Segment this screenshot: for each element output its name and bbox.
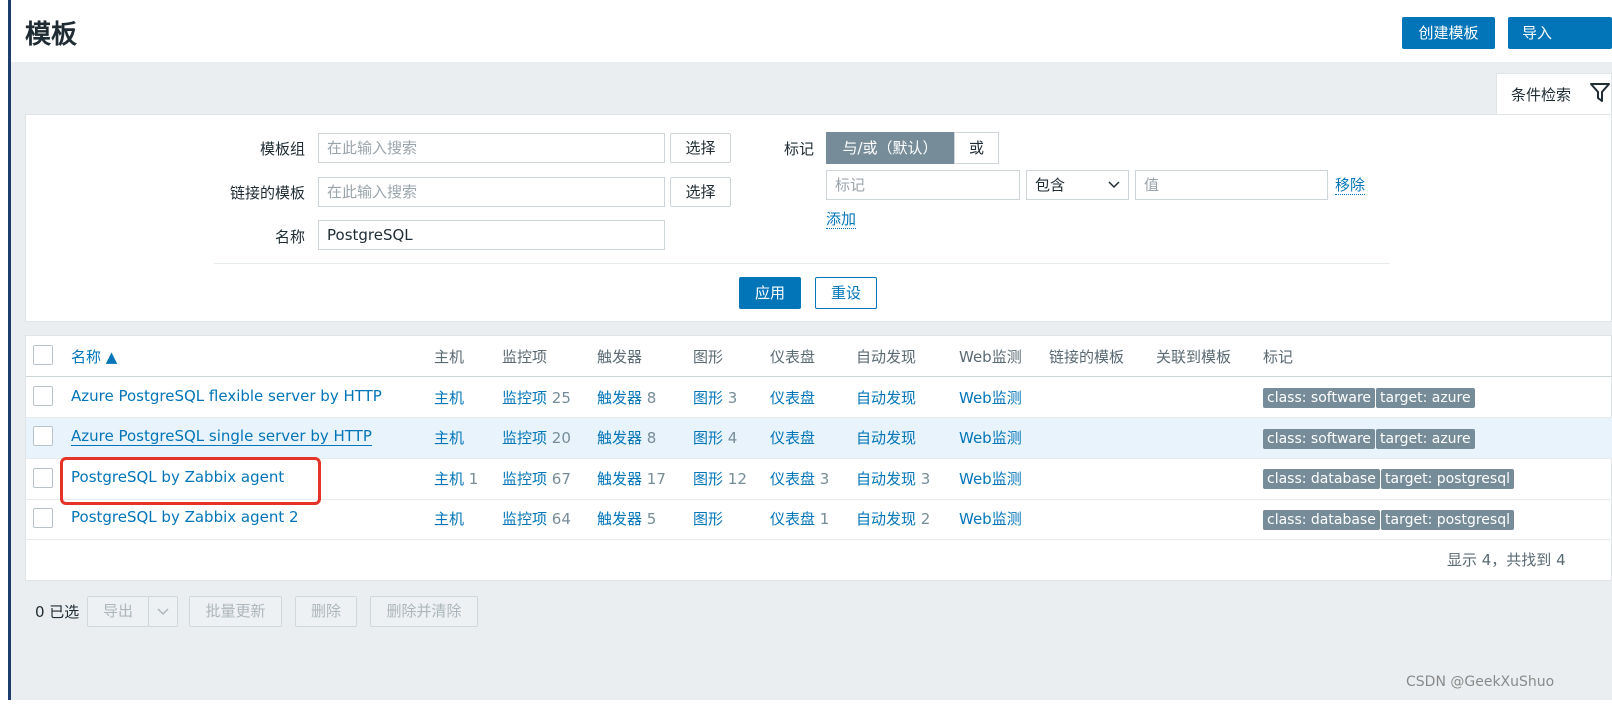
delete-button[interactable]: 删除: [295, 596, 357, 627]
column-header-items: 监控项: [502, 348, 548, 366]
discovery-link[interactable]: 自动发现: [856, 387, 916, 408]
column-header-name[interactable]: 名称 ▲: [71, 346, 117, 367]
triggers-link[interactable]: 触发器 17: [597, 468, 666, 489]
column-header-linked-to-templates: 关联到模板: [1156, 348, 1232, 366]
hosts-link[interactable]: 主机 1: [434, 468, 478, 489]
tag-value-input[interactable]: 值: [1135, 170, 1328, 200]
chevron-down-icon: [157, 608, 169, 616]
tag-badge[interactable]: target: postgresql: [1381, 510, 1514, 530]
header: 模板 ? 创建模板 导入: [11, 0, 1612, 62]
row-checkbox[interactable]: [33, 508, 53, 528]
items-link[interactable]: 监控项 64: [502, 508, 571, 529]
discovery-link[interactable]: 自动发现 2: [856, 508, 930, 529]
web-link[interactable]: Web监测: [959, 427, 1022, 448]
row-checkbox[interactable]: [33, 386, 53, 406]
column-header-discovery: 自动发现: [856, 348, 917, 366]
template-group-input[interactable]: 在此输入搜索: [318, 133, 665, 163]
page: 模板 ? 创建模板 导入 条件检索 模板组 在此输入搜索 选择 链接的模板 在此…: [0, 0, 1612, 718]
tag-badge[interactable]: class: database: [1263, 510, 1380, 530]
remove-tag-link[interactable]: 移除: [1335, 176, 1366, 195]
tag-mode-or-button[interactable]: 或: [954, 132, 999, 164]
triggers-link[interactable]: 触发器 5: [597, 508, 656, 529]
hosts-link[interactable]: 主机: [434, 508, 464, 529]
add-tag-link[interactable]: 添加: [826, 210, 857, 229]
tag-badge[interactable]: class: database: [1263, 469, 1380, 489]
web-link[interactable]: Web监测: [959, 387, 1022, 408]
web-link[interactable]: Web监测: [959, 508, 1022, 529]
graphs-link[interactable]: 图形 3: [693, 387, 737, 408]
row-checkbox[interactable]: [33, 468, 53, 488]
hosts-link[interactable]: 主机: [434, 427, 464, 448]
mass-update-button[interactable]: 批量更新: [189, 596, 282, 627]
create-template-button[interactable]: 创建模板: [1402, 17, 1495, 49]
row-checkbox[interactable]: [33, 426, 53, 446]
name-input[interactable]: PostgreSQL: [318, 220, 665, 250]
export-dropdown-button[interactable]: [148, 596, 178, 627]
template-name-link[interactable]: Azure PostgreSQL single server by HTTP: [71, 427, 372, 446]
items-link[interactable]: 监控项 67: [502, 468, 571, 489]
web-link[interactable]: Web监测: [959, 468, 1022, 489]
filter-separator: [214, 263, 1390, 264]
selected-count: 0 已选: [35, 603, 80, 621]
graphs-link[interactable]: 图形: [693, 508, 723, 529]
graphs-link[interactable]: 图形 12: [693, 468, 747, 489]
tab-filter[interactable]: 条件检索: [1496, 73, 1612, 115]
tag-name-input[interactable]: 标记: [826, 170, 1020, 200]
triggers-link[interactable]: 触发器 8: [597, 387, 656, 408]
column-header-hosts: 主机: [434, 348, 465, 366]
column-header-tags: 标记: [1263, 348, 1294, 366]
template-name-link[interactable]: PostgreSQL by Zabbix agent 2: [71, 508, 299, 526]
template-group-label: 模板组: [259, 140, 305, 158]
page-title: 模板: [25, 20, 78, 50]
results-count: 显示 4，共找到 4: [1447, 551, 1566, 569]
dashboards-link[interactable]: 仪表盘 3: [770, 468, 829, 489]
items-link[interactable]: 监控项 20: [502, 427, 571, 448]
tag-badge[interactable]: class: software: [1263, 429, 1376, 449]
chevron-down-icon: [1108, 181, 1120, 189]
reset-button[interactable]: 重设: [815, 277, 877, 309]
highlight-annotation: [60, 457, 321, 505]
column-header-triggers: 触发器: [597, 348, 643, 366]
delete-and-clear-button[interactable]: 删除并清除: [370, 596, 478, 627]
tag-badge[interactable]: target: azure: [1376, 388, 1475, 408]
hosts-link[interactable]: 主机: [434, 387, 464, 408]
name-label: 名称: [274, 228, 305, 246]
tag-operator-value: 包含: [1035, 176, 1066, 194]
export-button[interactable]: 导出: [87, 596, 149, 627]
column-header-web: Web监测: [959, 348, 1022, 366]
tag-mode-and-or-button[interactable]: 与/或（默认）: [826, 132, 954, 164]
template-name-link[interactable]: Azure PostgreSQL flexible server by HTTP: [71, 387, 382, 405]
dashboards-link[interactable]: 仪表盘: [770, 427, 815, 448]
linked-templates-label: 链接的模板: [229, 184, 305, 202]
filter-icon: [1590, 83, 1610, 102]
discovery-link[interactable]: 自动发现: [856, 427, 916, 448]
import-button[interactable]: 导入: [1508, 17, 1612, 49]
tag-badge[interactable]: class: software: [1263, 388, 1376, 408]
tag-badge[interactable]: target: azure: [1376, 429, 1475, 449]
column-header-graphs: 图形: [693, 348, 724, 366]
tags-label: 标记: [783, 140, 814, 158]
column-header-dashboards: 仪表盘: [770, 348, 816, 366]
main-area: 模板 ? 创建模板 导入 条件检索 模板组 在此输入搜索 选择 链接的模板 在此…: [11, 0, 1612, 700]
discovery-link[interactable]: 自动发现 3: [856, 468, 930, 489]
triggers-link[interactable]: 触发器 8: [597, 427, 656, 448]
linked-templates-select-button[interactable]: 选择: [670, 177, 731, 207]
tag-badge[interactable]: target: postgresql: [1381, 469, 1514, 489]
tag-operator-select[interactable]: 包含: [1026, 170, 1129, 200]
apply-button[interactable]: 应用: [739, 277, 801, 309]
filter-tab-label: 条件检索: [1511, 86, 1572, 104]
graphs-link[interactable]: 图形 4: [693, 427, 737, 448]
select-all-checkbox[interactable]: [33, 345, 53, 365]
column-header-linked-templates: 链接的模板: [1049, 348, 1125, 366]
dashboards-link[interactable]: 仪表盘: [770, 387, 815, 408]
dashboards-link[interactable]: 仪表盘 1: [770, 508, 829, 529]
items-link[interactable]: 监控项 25: [502, 387, 571, 408]
watermark: CSDN @GeekXuShuo: [1406, 674, 1555, 690]
linked-templates-input[interactable]: 在此输入搜索: [318, 177, 665, 207]
